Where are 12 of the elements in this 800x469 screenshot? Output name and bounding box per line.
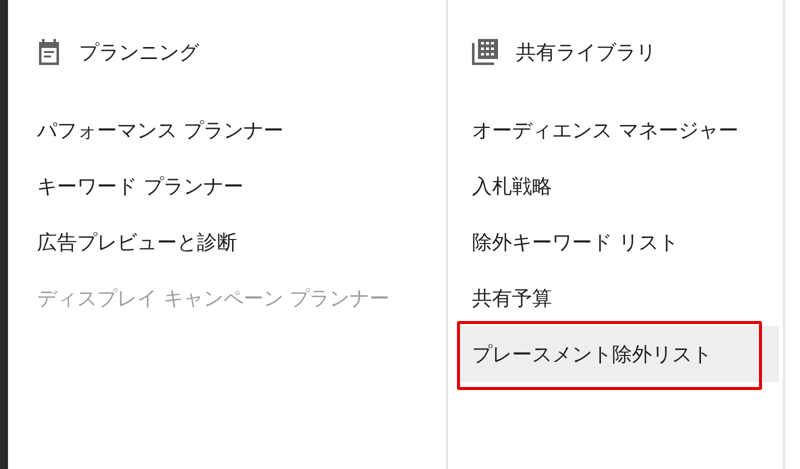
menu-item[interactable]: キーワード プランナー <box>37 158 426 214</box>
section-title: プランニング <box>79 39 199 66</box>
menu-item[interactable]: 除外キーワード リスト <box>472 214 779 270</box>
menu-item[interactable]: プレースメント除外リスト <box>460 326 779 382</box>
menu-item[interactable]: 入札戦略 <box>472 158 779 214</box>
menu-item[interactable]: オーディエンス マネージャー <box>472 102 779 158</box>
menu-item[interactable]: 共有予算 <box>472 270 779 326</box>
calendar-icon <box>37 39 61 65</box>
section-title: 共有ライブラリ <box>516 39 656 66</box>
menu-item[interactable]: 広告プレビューと診断 <box>37 214 426 270</box>
menu-item[interactable]: パフォーマンス プランナー <box>37 102 426 158</box>
grid-icon <box>472 39 498 65</box>
